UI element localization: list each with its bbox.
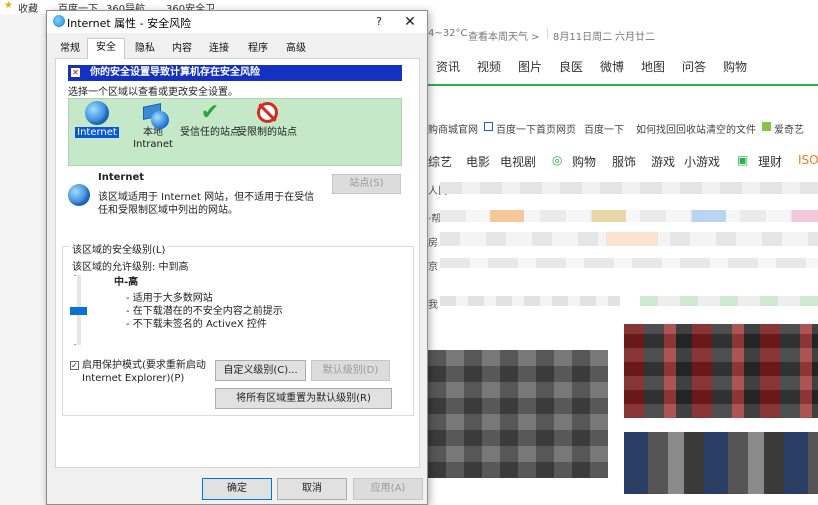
bookmark-link[interactable]: 百度一下首页网页 <box>496 121 576 136</box>
warning-banner: ✕ 你的安全设置导致计算机存在安全风险 <box>68 65 402 81</box>
news-image <box>624 432 818 494</box>
tab-security[interactable]: 安全 <box>87 38 125 59</box>
side-label: 我 <box>428 300 438 311</box>
category-link[interactable]: 游戏 <box>651 153 675 170</box>
zone-title: Internet <box>98 172 145 183</box>
finance-icon: ▣ <box>737 153 749 167</box>
zone-trusted-sites[interactable]: ✔ 受信任的站点 <box>179 101 241 139</box>
ie-globe-icon <box>53 15 65 27</box>
browser-left-pane <box>0 14 46 505</box>
lunar-date: 六月廿二 <box>615 32 655 43</box>
level-bullet: - 不下载未签名的 ActiveX 控件 <box>126 319 267 330</box>
tab-connections[interactable]: 连接 <box>204 40 234 58</box>
temperature: 4~32°C <box>428 28 468 39</box>
category-link[interactable]: 电影 <box>466 153 490 170</box>
shopping-icon: ◎ <box>552 153 563 167</box>
blurred-tag <box>692 210 726 222</box>
nav-item[interactable]: 地图 <box>641 58 665 75</box>
zone-label: Internet <box>75 127 119 138</box>
bookmark-link[interactable]: 百度一下 <box>584 121 624 136</box>
news-image <box>624 324 818 418</box>
date-text: 8月11日周二 <box>553 32 613 43</box>
zone-label: 受限制的站点 <box>237 127 297 138</box>
apply-button[interactable]: 应用(A) <box>353 478 423 500</box>
blurred-content-row <box>440 258 818 268</box>
side-label: 房 <box>428 238 438 249</box>
star-icon: ★ <box>4 0 13 11</box>
category-link[interactable]: 服饰 <box>612 153 636 170</box>
cancel-button[interactable]: 取消 <box>277 478 347 500</box>
close-button[interactable]: ✕ <box>399 13 421 31</box>
tab-programs[interactable]: 程序 <box>243 40 273 58</box>
custom-level-button[interactable]: 自定义级别(C)... <box>215 360 306 381</box>
reset-all-zones-button[interactable]: 将所有区域重置为默认级别(R) <box>215 388 392 409</box>
globe-icon <box>85 101 109 125</box>
bookmark-link[interactable]: 爱奇艺 <box>774 121 804 136</box>
category-link[interactable]: ISO <box>798 153 818 167</box>
blurred-tag <box>792 210 818 222</box>
search-underline <box>428 84 818 86</box>
prohibited-icon <box>255 101 279 125</box>
blurred-tag <box>592 210 626 222</box>
security-panel: ✕ 你的安全设置导致计算机存在安全风险 选择一个区域以查看或更改安全设置。 In… <box>55 58 420 468</box>
help-button[interactable]: ? <box>369 13 389 31</box>
blurred-tag <box>606 232 658 246</box>
nav-item[interactable]: 微博 <box>600 58 624 75</box>
category-link[interactable]: 小游戏 <box>684 153 720 170</box>
checkmark-icon: ✔ <box>200 100 220 125</box>
zone-internet[interactable]: Internet <box>66 101 128 139</box>
internet-properties-dialog: Internet 属性 - 安全风险 ? ✕ 常规 安全 隐私 内容 连接 程序… <box>46 10 428 505</box>
page-icon <box>484 122 493 131</box>
category-link[interactable]: 电视剧 <box>500 153 536 170</box>
category-link[interactable]: 购物 <box>572 153 596 170</box>
side-label: 京 <box>428 262 438 273</box>
nav-item[interactable]: 良医 <box>559 58 583 75</box>
news-image <box>428 350 608 478</box>
nav-item[interactable]: 资讯 <box>436 58 460 75</box>
favorites-link[interactable]: 收藏 <box>18 0 38 15</box>
tab-advanced[interactable]: 高级 <box>281 40 311 58</box>
blurred-tag <box>490 210 524 222</box>
default-level-button[interactable]: 默认级别(D) <box>311 360 390 381</box>
zone-globe-icon <box>68 184 90 206</box>
iqiyi-icon <box>762 122 771 131</box>
weather-link[interactable]: 查看本周天气 > <box>468 28 540 43</box>
nav-item[interactable]: 问答 <box>682 58 706 75</box>
nav-item[interactable]: 购物 <box>723 58 747 75</box>
zone-description: 该区域适用于 Internet 网站，但不适用于在受信任和受限制区域中列出的网站… <box>98 192 315 216</box>
nav-item[interactable]: 图片 <box>518 58 542 75</box>
category-link[interactable]: 综艺 <box>428 153 452 170</box>
tab-general[interactable]: 常规 <box>56 40 84 58</box>
ok-button[interactable]: 确定 <box>202 478 272 500</box>
title-bar: Internet 属性 - 安全风险 ? ✕ <box>47 11 427 33</box>
divider: | <box>546 28 550 39</box>
bookmark-link[interactable]: 如何找回回收站清空的文件 <box>636 121 756 136</box>
warning-text: 你的安全设置导致计算机存在安全风险 <box>90 67 260 78</box>
warning-shield-icon: ✕ <box>71 68 80 77</box>
blurred-content-row <box>440 296 620 306</box>
blurred-content-row <box>440 182 818 194</box>
sites-button[interactable]: 站点(S) <box>332 174 401 194</box>
tab-privacy[interactable]: 隐私 <box>130 40 160 58</box>
bookmark-link[interactable]: 购商城官网 <box>428 121 478 136</box>
dialog-title: Internet 属性 - 安全风险 <box>67 17 192 30</box>
allowed-levels: 该区域的允许级别: 中到高 <box>72 262 189 273</box>
zone-local-intranet[interactable]: 本地 Intranet <box>122 101 184 151</box>
zone-label: 本地 Intranet <box>133 127 173 150</box>
slider-thumb[interactable] <box>70 307 87 315</box>
security-level-label: 该区域的安全级别(L) <box>70 241 168 256</box>
category-link[interactable]: 理财 <box>758 153 782 170</box>
level-name: 中-高 <box>114 277 139 288</box>
tab-content[interactable]: 内容 <box>167 40 197 58</box>
nav-item[interactable]: 视频 <box>477 58 501 75</box>
zone-list: Internet 本地 Intranet ✔ 受信任的站点 受限制的站点 <box>68 98 402 166</box>
zone-label: 受信任的站点 <box>180 127 240 138</box>
blurred-content-row <box>640 296 818 306</box>
intranet-icon <box>141 101 169 129</box>
protected-mode-label: 启用保护模式(要求重新启动 Internet Explorer)(P) <box>82 360 206 384</box>
protected-mode-checkbox[interactable]: ✓ <box>70 361 79 370</box>
zone-instruction: 选择一个区域以查看或更改安全设置。 <box>68 87 238 98</box>
zone-restricted-sites[interactable]: 受限制的站点 <box>236 101 298 139</box>
